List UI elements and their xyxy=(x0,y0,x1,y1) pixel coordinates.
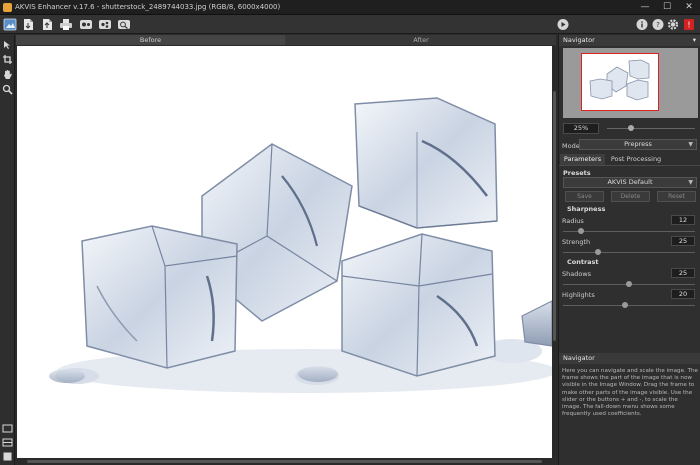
share-icon[interactable] xyxy=(98,18,112,31)
app-logo-icon xyxy=(3,3,12,12)
navigator-title: Navigator xyxy=(563,36,595,44)
radius-slider-knob[interactable] xyxy=(578,228,584,234)
radius-slider[interactable] xyxy=(563,228,695,234)
shadows-label: Shadows xyxy=(562,270,592,278)
view-single-icon[interactable] xyxy=(2,423,13,434)
run-icon[interactable] xyxy=(556,18,570,31)
strength-input[interactable]: 25 xyxy=(671,236,695,246)
settings-panel: Navigator ▾ 25% Mode: Prepress ▼ Paramet… xyxy=(558,35,700,465)
highlights-slider[interactable] xyxy=(563,302,695,308)
presets-value: AKVIS Default xyxy=(607,178,653,186)
help-text: Here you can navigate and scale the imag… xyxy=(562,368,698,418)
help-icon[interactable]: ? xyxy=(651,18,665,31)
tools-icon[interactable] xyxy=(117,18,131,31)
svg-text:?: ? xyxy=(656,21,660,29)
chevron-down-icon: ▼ xyxy=(688,179,693,186)
help-title: Navigator xyxy=(563,354,595,362)
ice-cubes-image xyxy=(49,97,552,393)
zoom-slider[interactable] xyxy=(607,125,695,131)
canvas-vertical-scrollbar[interactable] xyxy=(552,46,557,458)
selection-tool-icon[interactable] xyxy=(2,39,13,50)
mode-select[interactable]: Prepress ▼ xyxy=(579,139,697,150)
crop-tool-icon[interactable] xyxy=(2,54,13,65)
navigator-preview[interactable] xyxy=(563,48,698,118)
notification-icon[interactable]: ! xyxy=(682,18,696,31)
mode-value: Prepress xyxy=(624,140,652,148)
strength-slider[interactable] xyxy=(563,249,695,255)
maximize-button[interactable]: ☐ xyxy=(656,1,678,14)
image-canvas[interactable] xyxy=(17,46,552,458)
view-compare-icon[interactable] xyxy=(2,451,13,462)
hand-tool-icon[interactable] xyxy=(2,69,13,80)
reset-preset-button[interactable]: Reset xyxy=(657,191,696,202)
highlights-slider-knob[interactable] xyxy=(622,302,628,308)
view-split-icon[interactable] xyxy=(2,437,13,448)
highlights-label: Highlights xyxy=(562,291,595,299)
radius-input[interactable]: 12 xyxy=(671,215,695,225)
main-toolbar: ? ! xyxy=(0,15,700,34)
delete-preset-button[interactable]: Delete xyxy=(611,191,650,202)
print-icon[interactable] xyxy=(59,18,73,31)
zoom-input[interactable]: 25% xyxy=(563,123,599,134)
chevron-down-icon: ▼ xyxy=(688,141,693,148)
strength-slider-knob[interactable] xyxy=(595,249,601,255)
chevron-down-icon[interactable]: ▾ xyxy=(693,35,696,46)
tab-post-processing[interactable]: Post Processing xyxy=(606,154,666,165)
tab-before[interactable]: Before xyxy=(16,35,285,45)
save-icon[interactable] xyxy=(21,18,35,31)
window-title: AKVIS Enhancer v.17.6 - shutterstock_248… xyxy=(15,3,281,11)
help-header: Navigator xyxy=(559,353,700,364)
radius-label: Radius xyxy=(562,217,584,225)
info-icon[interactable] xyxy=(635,18,649,31)
shadows-slider[interactable] xyxy=(563,281,695,287)
batch-icon[interactable] xyxy=(79,18,93,31)
tools-sidebar xyxy=(0,35,15,465)
tab-divider xyxy=(559,165,700,166)
presets-label: Presets xyxy=(563,169,591,177)
close-button[interactable]: ✕ xyxy=(678,1,700,14)
zoom-tool-icon[interactable] xyxy=(2,84,13,95)
presets-select[interactable]: AKVIS Default ▼ xyxy=(563,177,697,188)
minimize-button[interactable]: — xyxy=(634,1,656,14)
strength-label: Strength xyxy=(562,238,591,246)
shadows-slider-knob[interactable] xyxy=(626,281,632,287)
navigator-header: Navigator ▾ xyxy=(559,35,700,46)
zoom-slider-knob[interactable] xyxy=(628,125,634,131)
tab-after[interactable]: After xyxy=(286,35,556,45)
contrast-label: Contrast xyxy=(567,258,599,266)
before-after-tabs: Before After xyxy=(16,35,556,45)
canvas-horizontal-scrollbar[interactable] xyxy=(17,458,552,465)
sharpness-label: Sharpness xyxy=(567,205,606,213)
svg-text:!: ! xyxy=(687,21,690,30)
gear-icon[interactable] xyxy=(666,18,680,31)
save-as-icon[interactable] xyxy=(40,18,54,31)
highlights-input[interactable]: 20 xyxy=(671,289,695,299)
open-image-icon[interactable] xyxy=(3,18,17,31)
navigator-frame[interactable] xyxy=(581,53,659,111)
shadows-input[interactable]: 25 xyxy=(671,268,695,278)
title-bar: AKVIS Enhancer v.17.6 - shutterstock_248… xyxy=(0,0,700,15)
tab-parameters[interactable]: Parameters xyxy=(560,154,605,165)
save-preset-button[interactable]: Save xyxy=(565,191,604,202)
